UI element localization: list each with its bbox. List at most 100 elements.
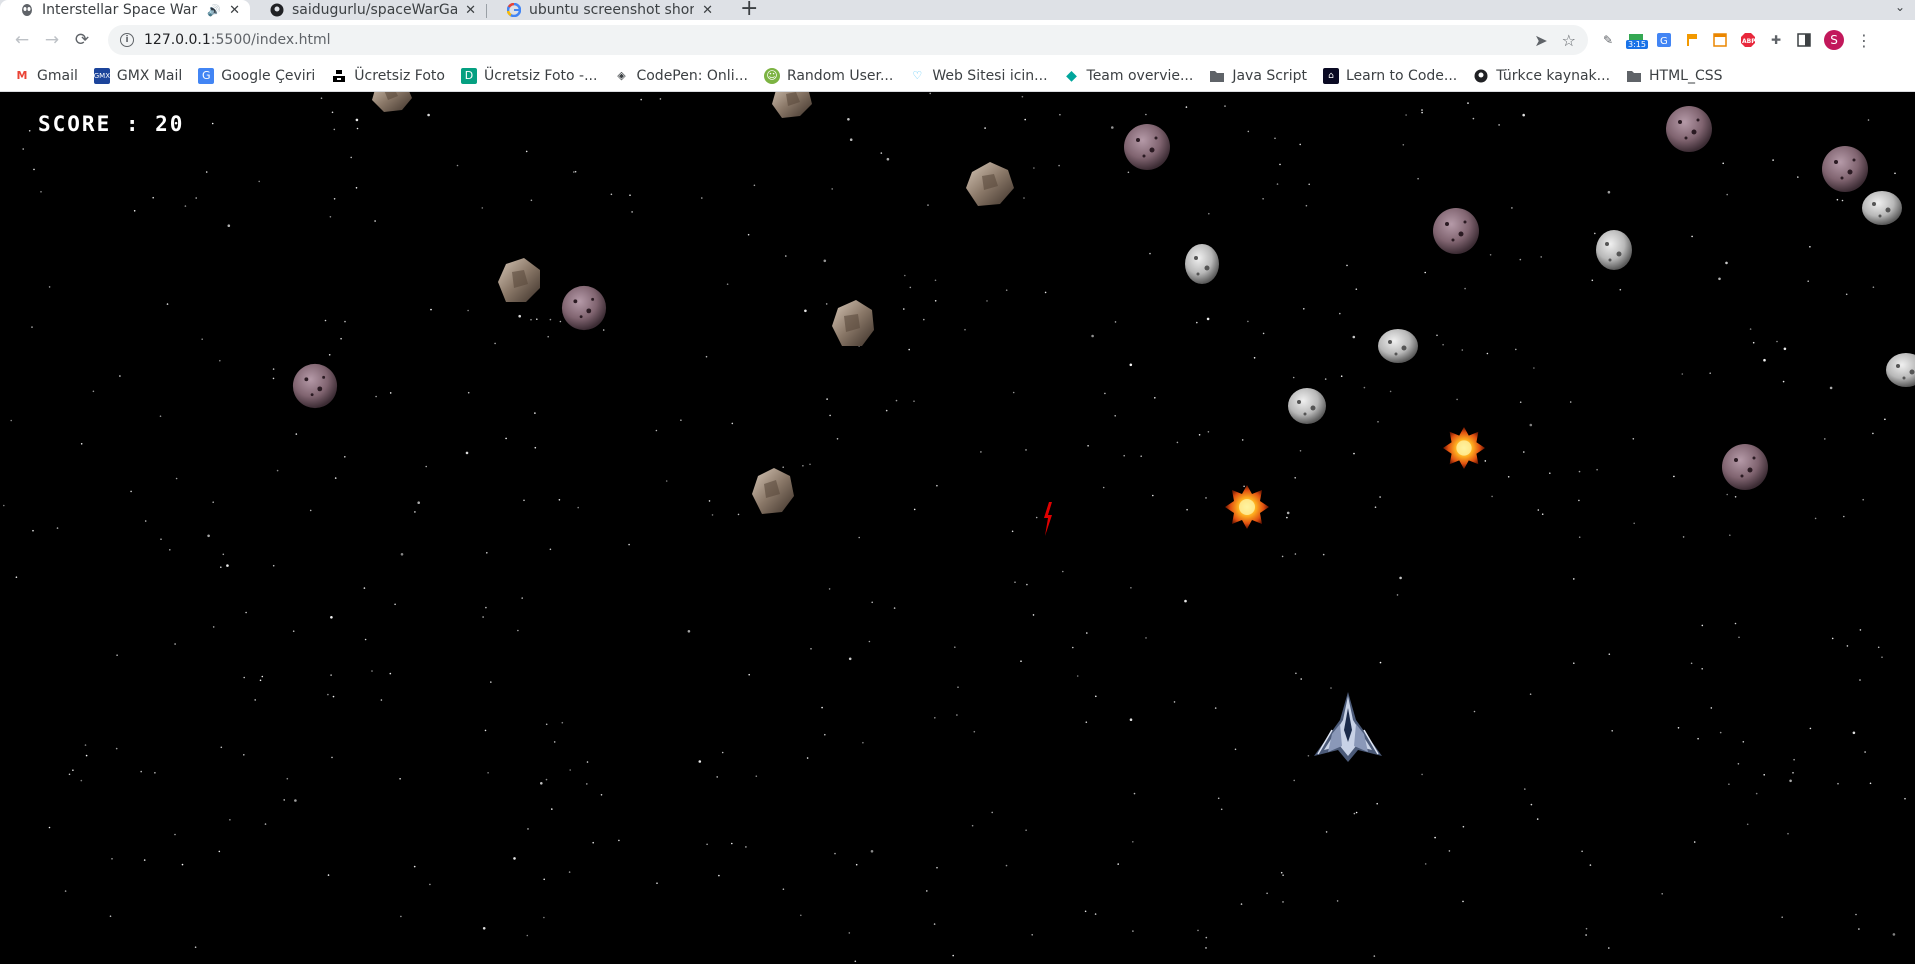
star (848, 657, 852, 661)
bookmark-gmail[interactable]: M Gmail (14, 68, 78, 84)
tab-interstellar-space-war[interactable]: Interstellar Space War 🔊 ✕ (0, 0, 250, 20)
info-icon[interactable]: i (120, 33, 134, 47)
star (212, 501, 214, 504)
star (1247, 130, 1250, 133)
sidepanel-icon[interactable] (1796, 32, 1812, 48)
star (1095, 695, 1097, 698)
chevron-down-icon[interactable]: ⌄ (1895, 0, 1905, 14)
star (1633, 522, 1635, 525)
star (1607, 190, 1611, 194)
star (1697, 737, 1699, 740)
star (1123, 454, 1125, 457)
star (545, 778, 548, 781)
star (1869, 782, 1872, 785)
spaceship[interactable] (1310, 690, 1386, 766)
star (159, 415, 162, 418)
star (1102, 486, 1105, 489)
star (1129, 718, 1133, 721)
star (32, 529, 34, 532)
puzzle-icon[interactable]: ✚ (1768, 32, 1784, 48)
star (1132, 930, 1134, 932)
bookmark-gmx-mail[interactable]: GMX GMX Mail (94, 67, 182, 84)
flag-icon[interactable] (1684, 32, 1700, 48)
bookmark-folder-html-css[interactable]: HTML_CSS (1626, 68, 1723, 84)
adblock-icon[interactable]: ABP (1740, 32, 1756, 48)
star (195, 197, 197, 199)
forward-button[interactable]: → (37, 25, 67, 55)
speaker-icon[interactable]: 🔊 (207, 4, 221, 17)
bookmark-label: Team overvie... (1086, 67, 1194, 84)
bookmark-learn-to-code[interactable]: ⌂ Learn to Code... (1322, 67, 1457, 84)
star (926, 890, 928, 892)
star (1709, 372, 1711, 375)
eyedropper-icon[interactable]: ✎ (1600, 32, 1616, 48)
star (1379, 496, 1381, 498)
star (482, 927, 486, 930)
calendar-extension-icon[interactable]: 3:15 (1626, 32, 1648, 49)
star (1149, 252, 1151, 255)
tab-github-spacewar[interactable]: saidugurlu/spaceWarGam ✕ (250, 0, 486, 20)
star (569, 769, 571, 771)
star (1523, 451, 1525, 453)
star (1859, 679, 1861, 681)
address-bar[interactable]: i 127.0.0.1:5500/index.html ➤ ☆ (108, 25, 1588, 55)
close-icon[interactable]: ✕ (702, 3, 713, 18)
star (1752, 341, 1755, 344)
star (825, 303, 828, 305)
bookmark-google-ceviri[interactable]: G Google Çeviri (198, 67, 315, 84)
bookmark-ucretsiz-foto[interactable]: Ücretsiz Foto (331, 68, 445, 84)
note-icon[interactable] (1712, 32, 1728, 48)
bookmark-codepen[interactable]: ◈ CodePen: Onli... (613, 68, 748, 84)
bookmark-web-sitesi[interactable]: ♡ Web Sitesi icin... (909, 68, 1047, 84)
close-icon[interactable]: ✕ (465, 3, 476, 18)
star-icon[interactable]: ☆ (1562, 31, 1576, 50)
star (394, 603, 396, 606)
star (1436, 334, 1438, 337)
game-canvas[interactable]: SCORE : 20 (0, 92, 1915, 964)
star (220, 566, 222, 568)
star (1111, 126, 1114, 129)
score-display: SCORE : 20 (38, 112, 185, 136)
star (1862, 498, 1864, 501)
back-button[interactable]: ← (7, 25, 37, 55)
star (1619, 288, 1622, 291)
star (1104, 392, 1106, 395)
star (705, 355, 708, 358)
reload-button[interactable]: ⟳ (67, 25, 97, 55)
star (211, 122, 214, 125)
unsplash-icon (331, 68, 347, 84)
star (220, 746, 223, 749)
star (1855, 913, 1857, 916)
star (84, 744, 87, 746)
avatar[interactable]: S (1824, 30, 1844, 50)
star (1279, 163, 1281, 166)
new-tab-button[interactable]: + (740, 0, 758, 21)
close-icon[interactable]: ✕ (229, 3, 240, 18)
bookmark-folder-java-script[interactable]: Java Script (1209, 68, 1307, 84)
bookmark-turkce-kaynak[interactable]: Türkce kaynak... (1473, 68, 1610, 84)
star (755, 775, 758, 777)
star (1581, 850, 1583, 853)
bookmarks-bar: M Gmail GMX GMX Mail G Google Çeviri Ücrets… (0, 60, 1915, 92)
star (1578, 499, 1580, 502)
tab-google-search[interactable]: ubuntu screenshot shortc ✕ (487, 0, 723, 20)
star (166, 303, 169, 305)
bookmark-label: HTML_CSS (1649, 67, 1723, 84)
star (656, 882, 658, 884)
star (1299, 143, 1301, 146)
star (1262, 332, 1265, 335)
translate-icon[interactable]: G (1656, 32, 1672, 48)
star (1841, 199, 1844, 202)
bookmark-ucretsiz-foto-2[interactable]: D Ücretsiz Foto -... (460, 67, 597, 84)
bookmark-team-overview[interactable]: ◆ Team overvie... (1064, 67, 1194, 84)
star (1486, 352, 1489, 355)
star (1673, 475, 1675, 478)
star (286, 777, 289, 780)
bookmark-random-user[interactable]: ☺ Random User... (763, 67, 893, 84)
star (592, 841, 594, 844)
kebab-menu-icon[interactable]: ⋮ (1856, 31, 1872, 50)
star (1421, 109, 1423, 111)
star (1322, 553, 1325, 556)
send-icon[interactable]: ➤ (1534, 31, 1547, 50)
star (1114, 321, 1117, 323)
